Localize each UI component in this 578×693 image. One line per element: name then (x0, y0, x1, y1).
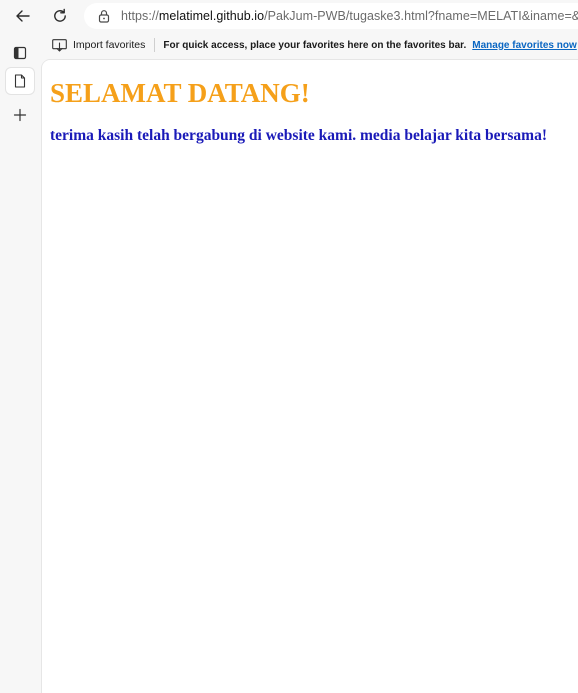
browser-window: https://melatimel.github.io/PakJum-PWB/t… (0, 0, 578, 693)
tab-actions-button[interactable] (6, 40, 34, 66)
favorites-divider (154, 38, 156, 52)
browser-toolbar: https://melatimel.github.io/PakJum-PWB/t… (0, 0, 578, 32)
page-content: SELAMAT DATANG! terima kasih telah berga… (42, 60, 578, 693)
page-icon (14, 74, 26, 88)
address-bar[interactable]: https://melatimel.github.io/PakJum-PWB/t… (84, 3, 578, 29)
new-tab-button[interactable] (6, 102, 34, 128)
favorites-bar: Import favorites For quick access, place… (42, 32, 578, 58)
url-protocol: https:// (121, 9, 159, 23)
welcome-text: terima kasih telah bergabung di website … (50, 127, 547, 144)
refresh-icon (54, 8, 66, 22)
arrow-left-icon (16, 10, 30, 22)
page-heading: SELAMAT DATANG! (50, 78, 310, 108)
import-favorites-button[interactable]: Import favorites (52, 38, 146, 52)
plus-icon (13, 108, 27, 122)
favorites-hint: For quick access, place your favorites h… (163, 39, 467, 51)
url-text[interactable]: https://melatimel.github.io/PakJum-PWB/t… (121, 9, 578, 23)
import-favorites-icon (52, 38, 67, 52)
import-favorites-label: Import favorites (73, 39, 146, 51)
refresh-button[interactable] (47, 3, 73, 29)
back-button[interactable] (10, 3, 36, 29)
lock-icon[interactable] (98, 9, 110, 23)
url-host: melatimel.github.io (158, 9, 265, 23)
tab-current-page[interactable] (6, 68, 34, 94)
vertical-tab-rail (0, 32, 42, 693)
tab-actions-icon (13, 46, 27, 60)
manage-favorites-link[interactable]: Manage favorites now (472, 40, 576, 51)
url-path: /PakJum-PWB/tugaske3.html?fname=MELATI&i… (264, 9, 578, 23)
